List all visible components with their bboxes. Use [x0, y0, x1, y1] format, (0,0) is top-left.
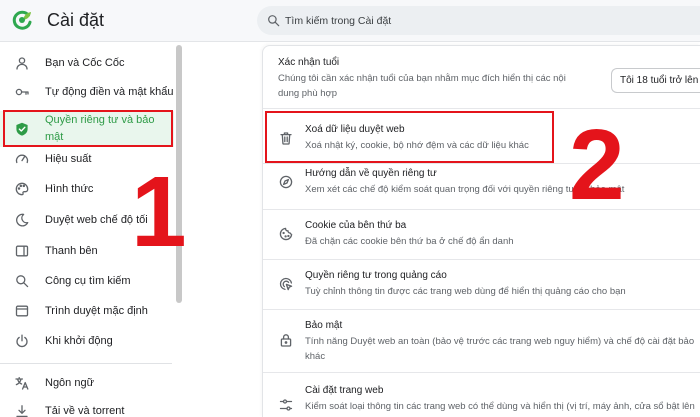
- row-title: Hướng dẫn về quyền riêng tư: [305, 168, 437, 179]
- search-box[interactable]: [257, 6, 700, 35]
- sidebar-item-label: Công cụ tìm kiếm: [45, 275, 131, 287]
- sidebar-divider: [0, 363, 172, 364]
- row-title: Xác nhận tuổi: [278, 57, 340, 68]
- search-input[interactable]: [285, 6, 685, 35]
- row-description: Tính năng Duyệt web an toàn (bảo vệ trướ…: [305, 336, 695, 347]
- sidebar-item-label: Thanh bên: [45, 245, 98, 257]
- sidebar-item-you-and-coccoc[interactable]: Bạn và Cốc Cốc: [0, 49, 174, 77]
- row-description: Chúng tôi cần xác nhận tuổi của bạn nhằm…: [278, 73, 566, 84]
- site-settings-icon: [279, 398, 293, 412]
- download-icon: [15, 404, 29, 417]
- search-icon: [15, 274, 29, 288]
- row-divider: [263, 372, 700, 373]
- sidebar-item-default-browser[interactable]: Trình duyệt mặc định: [0, 297, 174, 325]
- age-verification-row: Xác nhận tuổi Chúng tôi cần xác nhận tuổ…: [263, 52, 700, 108]
- sidebar-item-label: Trình duyệt mặc định: [45, 305, 148, 317]
- sidebar-item-label: Tự động điền và mật khẩu: [45, 86, 174, 98]
- settings-window: Cài đặt Bạn và Cốc Cốc Tự động điền và m…: [0, 0, 700, 417]
- search-icon: [267, 14, 280, 27]
- sidebar-item-label: Ngôn ngữ: [45, 377, 94, 389]
- top-bar: Cài đặt: [0, 0, 700, 42]
- annotation-box-2: [265, 111, 554, 163]
- translate-icon: [15, 376, 29, 390]
- row-divider: [263, 309, 700, 310]
- row-description: dung phù hợp: [278, 88, 338, 99]
- sidebar-item-on-startup[interactable]: Khi khởi động: [0, 327, 174, 355]
- ad-privacy-row[interactable]: Quyền riêng tư trong quảng cáo Tuỳ chỉnh…: [263, 265, 700, 309]
- cookie-icon: [279, 227, 293, 241]
- lock-icon: [279, 333, 293, 347]
- sidebar-item-languages[interactable]: Ngôn ngữ: [0, 369, 174, 397]
- row-title: Cookie của bên thứ ba: [305, 220, 407, 231]
- sidebar-item-label: Bạn và Cốc Cốc: [45, 57, 125, 69]
- row-divider: [263, 108, 700, 109]
- row-description: khác: [305, 351, 326, 362]
- row-divider: [263, 259, 700, 260]
- sidebar-item-search-engine[interactable]: Công cụ tìm kiếm: [0, 267, 174, 295]
- power-icon: [15, 334, 29, 348]
- annotation-number-1: 1: [131, 156, 187, 268]
- privacy-settings-card: Xác nhận tuổi Chúng tôi cần xác nhận tuổ…: [262, 45, 700, 417]
- sidebar-item-label: Tải về và torrent: [45, 405, 125, 417]
- sidebar-item-autofill-passwords[interactable]: Tự động điền và mật khẩu: [0, 78, 174, 106]
- annotation-number-2: 2: [569, 109, 625, 221]
- privacy-guide-row[interactable]: Hướng dẫn về quyền riêng tư Xem xét các …: [263, 163, 700, 209]
- site-settings-row[interactable]: Cài đặt trang web Kiểm soát loại thông t…: [263, 380, 700, 417]
- row-title: Bảo mật: [305, 320, 343, 331]
- row-divider: [263, 209, 700, 210]
- moon-icon: [15, 213, 29, 227]
- third-party-cookies-row[interactable]: Cookie của bên thứ ba Đã chặn các cookie…: [263, 215, 700, 259]
- privacy-guide-icon: [279, 175, 293, 189]
- row-description: Xem xét các chế độ kiểm soát quan trọng …: [305, 184, 625, 195]
- page-title: Cài đặt: [47, 10, 105, 30]
- security-row[interactable]: Bảo mật Tính năng Duyệt web an toàn (bảo…: [263, 315, 700, 372]
- sidebar-item-label: Khi khởi động: [45, 335, 113, 347]
- ad-privacy-icon: [279, 277, 293, 291]
- row-title: Cài đặt trang web: [305, 385, 384, 396]
- key-icon: [15, 85, 29, 99]
- coccoc-logo-icon: [11, 9, 33, 31]
- sidebar-item-label: Hình thức: [45, 183, 94, 195]
- palette-icon: [15, 182, 29, 196]
- row-title: Quyền riêng tư trong quảng cáo: [305, 270, 447, 281]
- row-description: Tuỳ chỉnh thông tin được các trang web d…: [305, 286, 626, 297]
- annotation-box-1: [3, 110, 173, 147]
- sidebar-item-downloads-torrent[interactable]: Tải về và torrent: [0, 397, 174, 417]
- user-icon: [15, 56, 29, 70]
- sidebar-panel-icon: [15, 244, 29, 258]
- performance-icon: [15, 152, 29, 166]
- sidebar-item-label: Hiệu suất: [45, 153, 92, 165]
- row-description: Kiểm soát loại thông tin các trang web c…: [305, 401, 695, 412]
- age-select[interactable]: Tôi 18 tuổi trở lên: [611, 68, 700, 93]
- browser-icon: [15, 304, 29, 318]
- row-description: Đã chặn các cookie bên thứ ba ở chế độ ẩ…: [305, 236, 514, 247]
